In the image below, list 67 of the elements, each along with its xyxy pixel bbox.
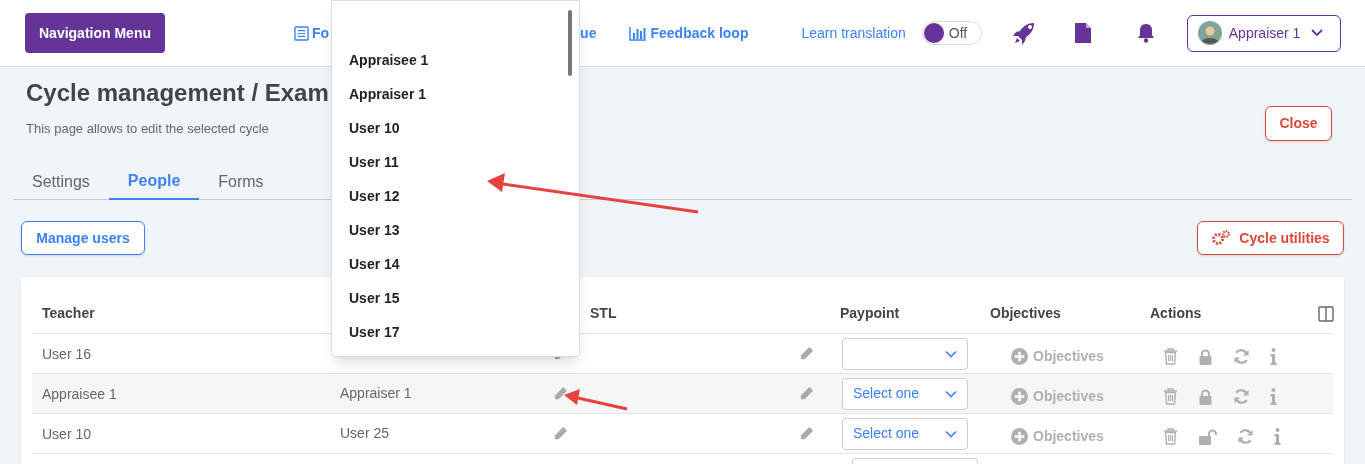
scrollbar-thumb[interactable] (568, 10, 572, 76)
avatar-icon (1197, 21, 1222, 45)
tab[interactable]: Forms (199, 163, 283, 200)
paypoint-select[interactable]: Select one (842, 377, 968, 410)
column-header: Actions (1150, 304, 1202, 323)
tab[interactable]: Settings (13, 163, 109, 200)
pencil-icon[interactable] (553, 386, 568, 401)
document-icon[interactable] (1073, 22, 1092, 44)
paypoint-select[interactable] (842, 337, 968, 370)
dropdown-item[interactable]: Appraisee 1 (332, 43, 579, 77)
table-cell-text: User 25 (340, 424, 390, 443)
columns-icon[interactable] (1318, 305, 1334, 322)
user-menu-button[interactable]: Appraiser 1 (1186, 14, 1341, 52)
dropdown-item[interactable]: User 14 (332, 247, 579, 281)
close-button[interactable]: Close (1265, 106, 1332, 141)
unlocked-lock-icon[interactable] (1198, 428, 1217, 445)
trash-icon[interactable] (1163, 348, 1178, 365)
refresh-icon[interactable] (1233, 388, 1250, 405)
bell-icon[interactable] (1136, 23, 1155, 43)
pencil-icon[interactable] (799, 386, 814, 401)
tab[interactable]: People (108, 163, 200, 200)
plus-circle-icon (1011, 348, 1028, 365)
lock-icon[interactable] (1198, 388, 1213, 405)
toggle-switch[interactable]: Off (921, 21, 982, 45)
table-cell: User 16 (42, 345, 92, 362)
nav-link[interactable]: Feedback loop (629, 22, 749, 44)
pencil-icon[interactable] (799, 426, 814, 441)
info-icon[interactable] (1274, 428, 1281, 445)
plus-circle-icon (1011, 388, 1028, 405)
info-icon[interactable] (1270, 388, 1277, 405)
dropdown-item[interactable]: User 12 (332, 179, 579, 213)
bar-chart-icon (629, 25, 648, 41)
column-header: Teacher (42, 304, 95, 323)
trash-icon[interactable] (1163, 428, 1178, 445)
dropdown-item[interactable]: User 13 (332, 213, 579, 247)
trash-icon[interactable] (1163, 388, 1178, 405)
refresh-icon[interactable] (1237, 428, 1254, 445)
dropdown-item[interactable]: Appraiser 1 (332, 77, 579, 111)
column-header: STL (590, 304, 617, 323)
info-icon[interactable] (1270, 348, 1277, 365)
gears-icon (1211, 230, 1232, 246)
nav-link[interactable]: ue (580, 22, 597, 44)
rocket-icon[interactable] (1011, 21, 1036, 45)
manage-users-button[interactable]: Manage users (21, 221, 145, 255)
learn-translation-label: Learn translation (801, 23, 906, 43)
page-title: Cycle management / Exam (26, 78, 329, 108)
cycle-utilities-button[interactable]: Cycle utilities (1197, 221, 1344, 255)
dropdown-item[interactable]: User 17 (332, 315, 579, 349)
dropdown-item[interactable]: User 10 (332, 111, 579, 145)
form-icon (294, 25, 309, 41)
refresh-icon[interactable] (1233, 348, 1250, 365)
plus-circle-icon (1011, 428, 1028, 445)
column-header: Paypoint (840, 304, 900, 323)
pencil-icon[interactable] (799, 346, 814, 361)
arrow (564, 389, 628, 411)
lock-icon[interactable] (1198, 348, 1213, 365)
table-cell: User 10 (42, 425, 92, 442)
dropdown-item[interactable]: User 15 (332, 281, 579, 315)
nav-link[interactable]: Fo (294, 22, 330, 44)
column-header: Objectives (990, 304, 1061, 323)
table-cell-text: Appraiser 1 (340, 384, 412, 403)
navigation-menu-button[interactable]: Navigation Menu (25, 13, 165, 53)
table-cell: Appraisee 1 (42, 385, 117, 402)
dropdown-item[interactable]: User 11 (332, 145, 579, 179)
page-subtitle: This page allows to edit the selected cycle (26, 120, 270, 138)
paypoint-select[interactable]: Select one (842, 417, 968, 450)
pencil-icon[interactable] (553, 426, 568, 441)
